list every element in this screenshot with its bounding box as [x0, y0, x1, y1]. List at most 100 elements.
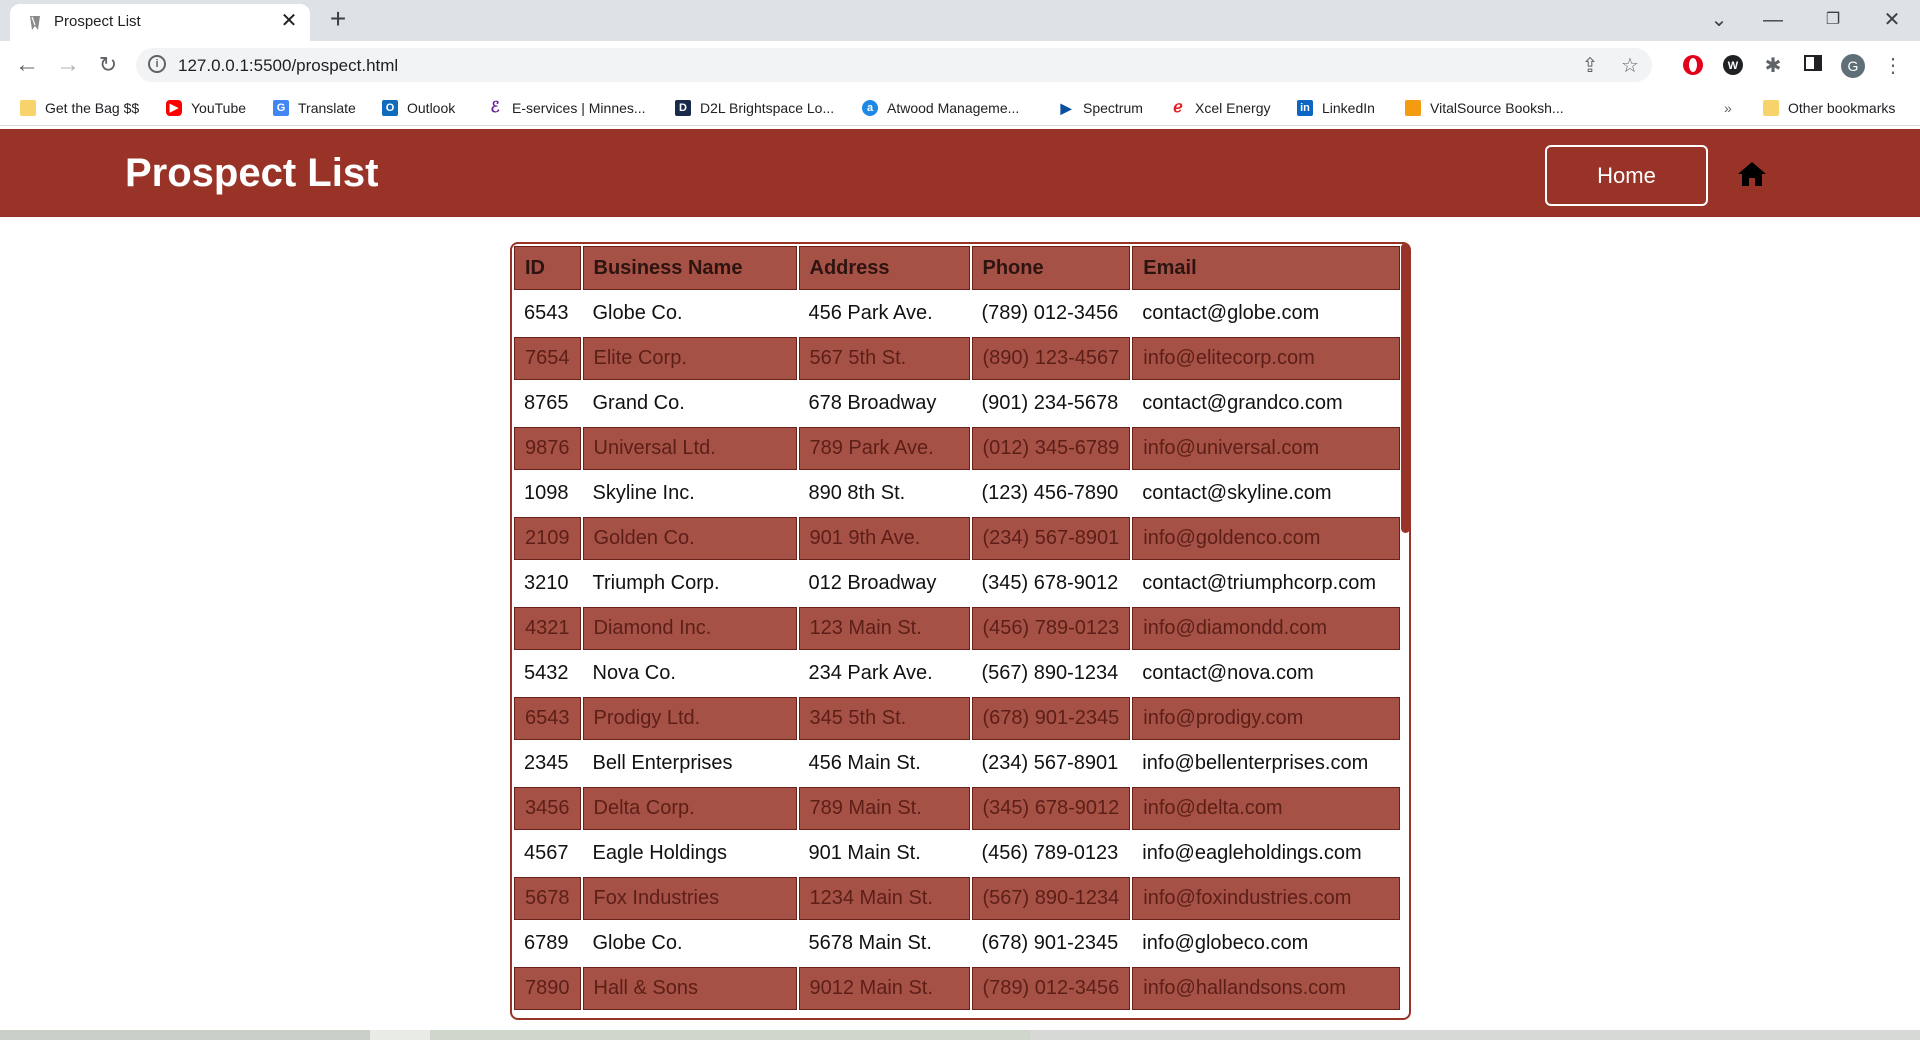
business-name-cell: Bell Enterprises — [582, 742, 797, 785]
table-row: 6543 Prodigy Ltd. 345 5th St. (678) 901-234… — [514, 697, 1400, 740]
table-row: 5678 Fox Industries 1234 Main St. (567) 890… — [514, 877, 1400, 920]
close-window-icon[interactable]: ✕ — [1877, 5, 1907, 35]
business-name-cell: Delta Corp. — [582, 787, 797, 830]
reload-icon[interactable]: ↻ — [92, 49, 124, 81]
tab-title: Prospect List — [54, 13, 141, 30]
table-row: 6543 Globe Co. 456 Park Ave. (789) 012-3456… — [514, 292, 1400, 335]
bookmarks-overflow-button[interactable]: » — [1724, 98, 1732, 118]
bookmark-label: YouTube — [191, 100, 247, 116]
w-extension-icon[interactable]: W — [1720, 53, 1746, 79]
home-icon[interactable] — [1737, 161, 1767, 187]
bookmark-d2l[interactable]: D D2L Brightspace Lo... — [675, 98, 834, 118]
youtube-icon: ▶ — [166, 100, 182, 116]
forward-arrow-icon[interactable]: → — [52, 49, 84, 81]
business-name-cell: Nova Co. — [582, 652, 797, 695]
new-tab-button[interactable]: + — [324, 5, 352, 34]
email-cell: info@foxindustries.com — [1132, 877, 1400, 920]
phone-cell: (123) 456-7890 — [971, 472, 1131, 515]
id-cell: 6543 — [514, 697, 581, 740]
id-cell: 6543 — [514, 292, 581, 335]
id-cell: 2345 — [514, 742, 581, 785]
spectrum-icon: ▶ — [1060, 100, 1072, 116]
address-cell: 5678 Main St. — [798, 922, 970, 965]
bookmark-vitalsource[interactable]: VitalSource Booksh... — [1405, 98, 1564, 118]
bookmark-atwood[interactable]: a Atwood Manageme... — [862, 98, 1019, 118]
home-button[interactable]: Home — [1545, 145, 1708, 206]
phone-cell: (567) 890-1234 — [971, 652, 1131, 695]
business-name-cell: Skyline Inc. — [582, 472, 797, 515]
bookmark-label: Outlook — [407, 100, 456, 116]
tab-close-icon[interactable]: ✕ — [278, 10, 300, 32]
page-favicon-icon — [30, 16, 40, 30]
table-row: 3456 Delta Corp. 789 Main St. (345) 678-901… — [514, 787, 1400, 830]
bookmark-label: Translate — [298, 100, 356, 116]
bookmark-label: Spectrum — [1083, 100, 1143, 116]
extensions-puzzle-icon[interactable]: ✱ — [1760, 53, 1786, 79]
id-cell: 6789 — [514, 922, 581, 965]
side-panel-icon[interactable] — [1800, 53, 1826, 79]
business-name-cell: Fox Industries — [582, 877, 797, 920]
business-name-cell: Golden Co. — [582, 517, 797, 560]
bookmark-get-the-bag[interactable]: Get the Bag $$ — [20, 98, 139, 118]
bookmark-star-icon[interactable]: ☆ — [1618, 54, 1642, 78]
column-header-business-name: Business Name — [582, 246, 797, 290]
table-row: 2345 Bell Enterprises 456 Main St. (234) 56… — [514, 742, 1400, 785]
bookmark-label: D2L Brightspace Lo... — [700, 100, 835, 116]
business-name-cell: Hall & Sons — [582, 967, 797, 1010]
back-arrow-icon[interactable]: ← — [11, 49, 43, 81]
business-name-cell: Prodigy Ltd. — [582, 697, 797, 740]
table-row: 5432 Nova Co. 234 Park Ave. (567) 890-1234 c… — [514, 652, 1400, 695]
address-cell: 901 9th Ave. — [798, 517, 970, 560]
address-cell: 901 Main St. — [798, 832, 970, 875]
email-cell: contact@grandco.com — [1132, 382, 1400, 425]
eservices-icon: ℰ — [490, 99, 500, 116]
outlook-icon: O — [382, 100, 398, 116]
phone-cell: (234) 567-8901 — [971, 517, 1131, 560]
tab-search-icon[interactable]: ⌄ — [1704, 5, 1734, 35]
address-cell: 1234 Main St. — [798, 877, 970, 920]
address-cell: 567 5th St. — [798, 337, 970, 380]
address-cell: 789 Main St. — [798, 787, 970, 830]
bookmark-label: Get the Bag $$ — [45, 100, 140, 116]
business-name-cell: Universal Ltd. — [582, 427, 797, 470]
menu-kebab-icon[interactable]: ⋮ — [1880, 53, 1906, 79]
address-cell: 678 Broadway — [798, 382, 970, 425]
address-cell: 123 Main St. — [798, 607, 970, 650]
phone-cell: (890) 123-4567 — [971, 337, 1131, 380]
phone-cell: (789) 012-3456 — [971, 967, 1131, 1010]
address-cell: 345 5th St. — [798, 697, 970, 740]
address-bar[interactable]: i 127.0.0.1:5500/prospect.html ⇪ ☆ — [136, 48, 1652, 82]
address-url[interactable]: 127.0.0.1:5500/prospect.html — [178, 56, 398, 76]
id-cell: 7890 — [514, 967, 581, 1010]
table-row: 4567 Eagle Holdings 901 Main St. (456) 789-… — [514, 832, 1400, 875]
bookmark-youtube[interactable]: ▶ YouTube — [166, 98, 246, 118]
table-scrollbar-thumb[interactable] — [1401, 243, 1410, 533]
id-cell: 4567 — [514, 832, 581, 875]
id-cell: 7654 — [514, 337, 581, 380]
email-cell: info@hallandsons.com — [1132, 967, 1400, 1010]
email-cell: contact@nova.com — [1132, 652, 1400, 695]
bookmark-spectrum[interactable]: ▶ Spectrum — [1058, 98, 1143, 118]
id-cell: 3456 — [514, 787, 581, 830]
bookmark-eservices[interactable]: ℰ E-services | Minnes... — [487, 98, 645, 118]
bookmark-outlook[interactable]: O Outlook — [382, 98, 455, 118]
translate-icon: G — [273, 100, 289, 116]
phone-cell: (678) 901-2345 — [971, 922, 1131, 965]
opera-extension-icon[interactable] — [1680, 53, 1706, 79]
email-cell: info@eagleholdings.com — [1132, 832, 1400, 875]
prospect-table-container[interactable]: ID Business Name Address Phone Email 654… — [510, 242, 1411, 1020]
restore-icon[interactable]: ❐ — [1818, 5, 1848, 35]
id-cell: 2109 — [514, 517, 581, 560]
site-header: Prospect List Home — [0, 129, 1920, 217]
site-info-icon[interactable]: i — [148, 55, 166, 73]
bookmark-other-bookmarks[interactable]: Other bookmarks — [1763, 98, 1895, 118]
bookmark-translate[interactable]: G Translate — [273, 98, 356, 118]
minimize-icon[interactable]: — — [1758, 5, 1788, 35]
business-name-cell: Diamond Inc. — [582, 607, 797, 650]
address-cell: 9012 Main St. — [798, 967, 970, 1010]
phone-cell: (456) 789-0123 — [971, 607, 1131, 650]
bookmark-linkedin[interactable]: in LinkedIn — [1297, 98, 1375, 118]
share-icon[interactable]: ⇪ — [1578, 54, 1602, 78]
bookmark-xcel[interactable]: ℯ Xcel Energy — [1170, 98, 1270, 118]
browser-tab[interactable]: Prospect List ✕ — [10, 4, 310, 41]
